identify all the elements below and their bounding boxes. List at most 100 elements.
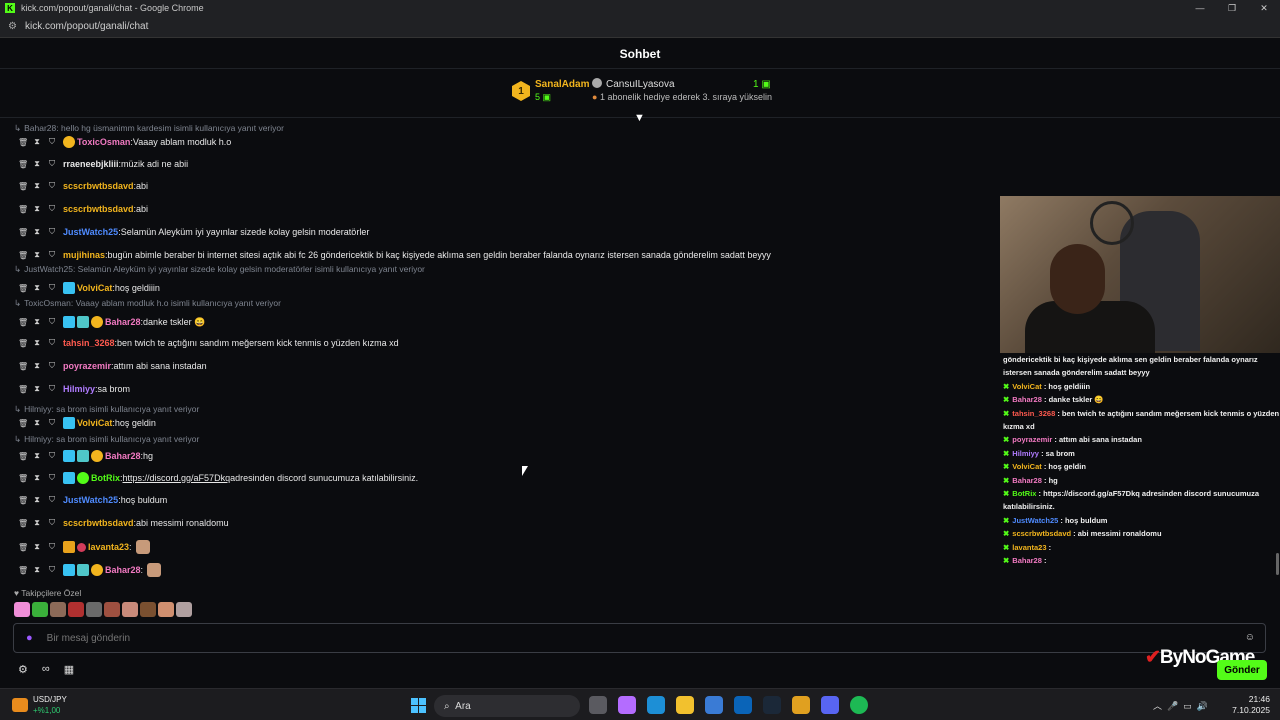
chat-message[interactable]: 🗑 ⧗ ⛉ Hilmiyy: sa brom	[18, 384, 130, 394]
reply-context[interactable]: ↳ JustWatch25: Selamün Aleyküm iyi yayınl…	[14, 264, 425, 275]
emote-8[interactable]	[176, 602, 192, 617]
edge-icon[interactable]	[647, 696, 665, 714]
timeout-icon[interactable]: ⧗	[33, 495, 41, 505]
chat-message[interactable]: 🗑 ⧗ ⛉ scscrbwtbsdavd: abi messimi ronaldomu	[18, 518, 229, 528]
chat-message[interactable]: 🗑 ⧗ ⛉ Bahar28:	[18, 563, 162, 577]
chat-input-container[interactable]: ● ☺	[13, 623, 1266, 653]
users-icon[interactable]: ∞	[42, 663, 50, 676]
ban-icon[interactable]: ⛉	[48, 542, 56, 552]
username[interactable]: BotRix	[91, 473, 120, 483]
delete-icon[interactable]: 🗑	[18, 228, 28, 237]
username[interactable]: tahsin_3268	[63, 338, 115, 348]
chat-message[interactable]: 🗑 ⧗ ⛉ VolviCat: hoş geldin	[18, 417, 156, 429]
chat-message[interactable]: 🗑 ⧗ ⛉ JustWatch25: hoş buldum	[18, 495, 167, 505]
chat-message[interactable]: 🗑 ⧗ ⛉ scscrbwtbsdavd: abi	[18, 181, 148, 191]
minimize-button[interactable]: —	[1184, 0, 1216, 16]
chat-message[interactable]: 🗑 ⧗ ⛉ JustWatch25: Selamün Aleyküm iyi yayı…	[18, 227, 369, 237]
ban-icon[interactable]: ⛉	[48, 338, 56, 348]
reply-context[interactable]: ↳ Hilmiyy: sa brom isimli kullanıcıya yan…	[14, 404, 199, 415]
message-link[interactable]: https://discord.gg/aF57Dkq	[123, 473, 231, 483]
username[interactable]: mujihinas	[63, 250, 105, 260]
file-explorer-icon[interactable]	[676, 696, 694, 714]
ban-icon[interactable]: ⛉	[48, 250, 56, 260]
timeout-icon[interactable]: ⧗	[33, 418, 41, 428]
username[interactable]: scscrbwtbsdavd	[63, 204, 134, 214]
leaderboard-first[interactable]: 1 SanalAdam 5 ▣	[512, 78, 589, 104]
username[interactable]: VolviCat	[77, 418, 112, 428]
microphone-icon[interactable]: ●	[26, 632, 33, 644]
emote-7[interactable]	[158, 602, 174, 617]
username[interactable]: VolviCat	[77, 283, 112, 293]
timeout-icon[interactable]: ⧗	[33, 317, 41, 327]
spotify-icon[interactable]	[850, 696, 868, 714]
store-icon[interactable]	[705, 696, 723, 714]
delete-icon[interactable]: 🗑	[18, 519, 28, 528]
timeout-icon[interactable]: ⧗	[33, 384, 41, 394]
ban-icon[interactable]: ⛉	[48, 518, 56, 528]
ban-icon[interactable]: ⛉	[48, 317, 56, 327]
outlook-icon[interactable]	[734, 696, 752, 714]
ban-icon[interactable]: ⛉	[48, 204, 56, 214]
timeout-icon[interactable]: ⧗	[33, 227, 41, 237]
chat-message[interactable]: 🗑 ⧗ ⛉ rraeneebjkliii: müzik adi ne abii	[18, 159, 188, 169]
timeout-icon[interactable]: ⧗	[33, 338, 41, 348]
scrollbar[interactable]	[1276, 553, 1279, 575]
ban-icon[interactable]: ⛉	[48, 137, 56, 147]
delete-icon[interactable]: 🗑	[18, 318, 28, 327]
delete-icon[interactable]: 🗑	[18, 284, 28, 293]
delete-icon[interactable]: 🗑	[18, 419, 28, 428]
timeout-icon[interactable]: ⧗	[33, 250, 41, 260]
chat-message[interactable]: 🗑 ⧗ ⛉ VolviCat: hoş geldiiin	[18, 282, 160, 294]
steam-icon[interactable]	[763, 696, 781, 714]
emote-4[interactable]	[104, 602, 120, 617]
chat-message[interactable]: 🗑 ⧗ ⛉ poyrazemir: attım abi sana instadan	[18, 361, 207, 371]
ban-icon[interactable]: ⛉	[48, 361, 56, 371]
ban-icon[interactable]: ⛉	[48, 159, 56, 169]
delete-icon[interactable]: 🗑	[18, 182, 28, 191]
delete-icon[interactable]: 🗑	[18, 474, 28, 483]
ban-icon[interactable]: ⛉	[48, 473, 56, 483]
ban-icon[interactable]: ⛉	[48, 181, 56, 191]
timeout-icon[interactable]: ⧗	[33, 565, 41, 575]
emote-2[interactable]	[68, 602, 84, 617]
clock[interactable]: 21:46 7.10.2025	[1220, 694, 1270, 716]
ban-icon[interactable]: ⛉	[48, 283, 56, 293]
delete-icon[interactable]: 🗑	[18, 160, 28, 169]
username[interactable]: JustWatch25	[63, 495, 118, 505]
gift-shop-icon[interactable]: ▦	[64, 663, 74, 676]
username[interactable]: Bahar28	[105, 317, 141, 327]
ban-icon[interactable]: ⛉	[48, 565, 56, 575]
username[interactable]: lavanta23	[88, 542, 129, 552]
reply-context[interactable]: ↳ Hilmiyy: sa brom isimli kullanıcıya yan…	[14, 434, 199, 445]
discord-icon[interactable]	[821, 696, 839, 714]
timeout-icon[interactable]: ⧗	[33, 518, 41, 528]
send-button[interactable]: Gönder	[1217, 660, 1267, 680]
delete-icon[interactable]: 🗑	[18, 385, 28, 394]
taskbar-search[interactable]: ⌕ Ara	[434, 695, 580, 717]
username[interactable]: scscrbwtbsdavd	[63, 518, 134, 528]
emote-3[interactable]	[86, 602, 102, 617]
delete-icon[interactable]: 🗑	[18, 362, 28, 371]
timeout-icon[interactable]: ⧗	[33, 542, 41, 552]
delete-icon[interactable]: 🗑	[18, 138, 28, 147]
delete-icon[interactable]: 🗑	[18, 251, 28, 260]
delete-icon[interactable]: 🗑	[18, 496, 28, 505]
timeout-icon[interactable]: ⧗	[33, 451, 41, 461]
stock-widget[interactable]: USD/JPY +%1,00	[12, 694, 67, 716]
username[interactable]: scscrbwtbsdavd	[63, 181, 134, 191]
ban-icon[interactable]: ⛉	[48, 451, 56, 461]
delete-icon[interactable]: 🗑	[18, 566, 28, 575]
username[interactable]: poyrazemir	[63, 361, 111, 371]
username[interactable]: rraeneebjkliii	[63, 159, 119, 169]
emote-1[interactable]	[50, 602, 66, 617]
copilot-icon[interactable]	[618, 696, 636, 714]
delete-icon[interactable]: 🗑	[18, 205, 28, 214]
username[interactable]: JustWatch25	[63, 227, 118, 237]
timeout-icon[interactable]: ⧗	[33, 159, 41, 169]
delete-icon[interactable]: 🗑	[18, 339, 28, 348]
task-view-icon[interactable]	[589, 696, 607, 714]
close-button[interactable]: ✕	[1248, 0, 1280, 16]
chat-message[interactable]: 🗑 ⧗ ⛉ ToxicOsman: Vaaay ablam modluk h.o	[18, 136, 231, 148]
reply-context[interactable]: ↳ Bahar28: hello hg üsmanimm kardesim isi…	[14, 123, 284, 134]
delete-icon[interactable]: 🗑	[18, 543, 28, 552]
